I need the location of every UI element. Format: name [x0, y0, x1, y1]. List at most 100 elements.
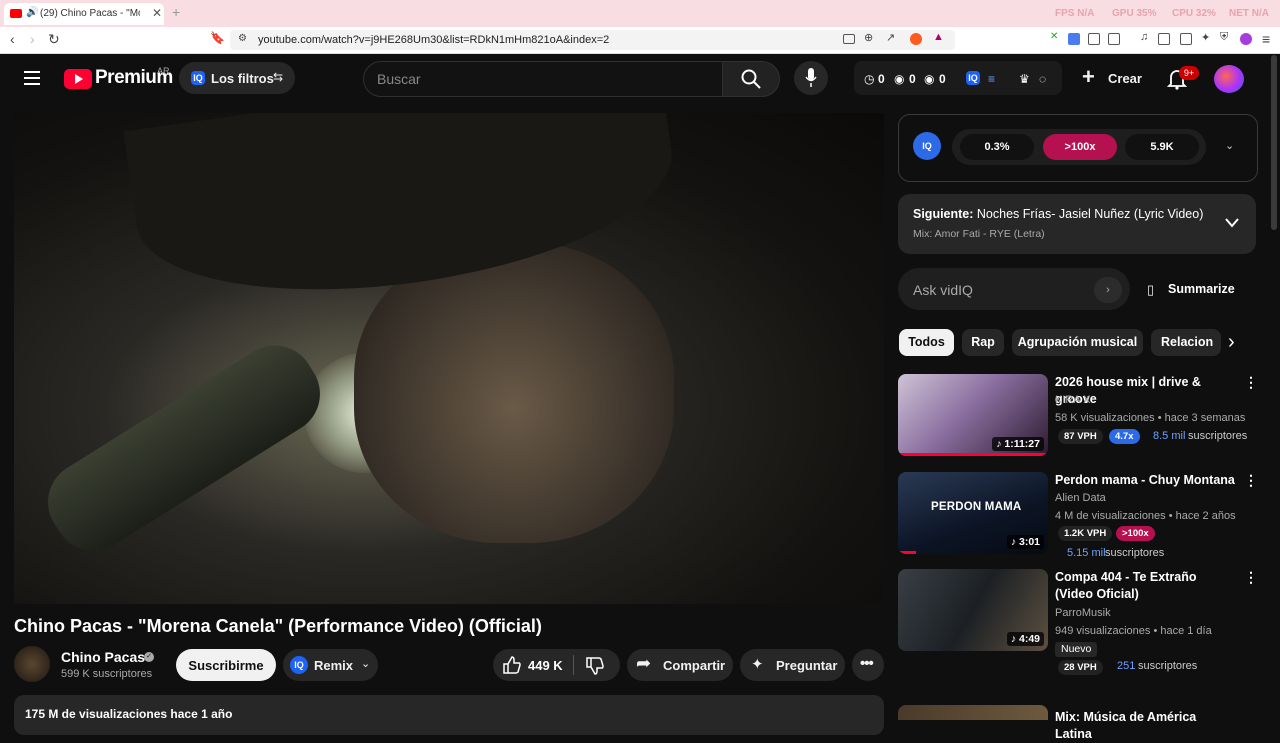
- vidiq-stats-bar: [854, 61, 1062, 95]
- cast-icon[interactable]: [843, 34, 855, 44]
- remix-button[interactable]: IQ Remix ⌄: [283, 649, 378, 681]
- chip-todos[interactable]: Todos: [899, 329, 954, 356]
- up-next-box[interactable]: [898, 194, 1256, 254]
- media-icon[interactable]: ♫: [1140, 31, 1148, 43]
- views-and-date: 175 M de visualizaciones hace 1 año: [25, 707, 233, 721]
- profile-icon[interactable]: [1240, 33, 1252, 45]
- reload-icon[interactable]: ↻: [48, 31, 60, 48]
- vph-badge: 87 VPH: [1058, 429, 1103, 444]
- brave-shield-icon[interactable]: [910, 33, 922, 45]
- chevron-down-icon: ⌄: [361, 658, 371, 670]
- hamburger-menu-icon[interactable]: [24, 71, 40, 85]
- rec-channel[interactable]: Alien Data: [1055, 492, 1106, 504]
- ai-icon[interactable]: ✦: [1201, 31, 1210, 44]
- send-icon[interactable]: ›: [1094, 277, 1122, 303]
- rec-title[interactable]: Perdon mama - Chuy Montana: [1055, 472, 1235, 489]
- duration-value: 4:49: [1018, 633, 1040, 645]
- vidiq-logo-icon[interactable]: IQ: [913, 132, 941, 160]
- share-page-icon[interactable]: ↗: [886, 31, 895, 44]
- share-button[interactable]: ➦ Compartir: [627, 649, 733, 681]
- rec-thumbnail[interactable]: ♪ 4:49: [898, 569, 1048, 651]
- youtube-logo-icon[interactable]: [64, 69, 92, 89]
- stat-value: 0: [909, 72, 916, 86]
- subs-count: 5.15 mil: [1067, 547, 1106, 559]
- channel-subscribers: 599 K suscriptores: [61, 668, 153, 680]
- close-tab-icon[interactable]: ✕: [152, 6, 162, 20]
- audio-icon[interactable]: 🔊: [26, 7, 38, 18]
- more-vert-icon[interactable]: ⋮: [1244, 374, 1258, 391]
- chip-agrupacion[interactable]: Agrupación musical: [1012, 329, 1143, 356]
- list-icon[interactable]: ≡: [988, 72, 995, 86]
- vpn-icon[interactable]: ⛨: [1220, 31, 1228, 44]
- new-badge: Nuevo: [1055, 642, 1098, 657]
- rec-thumbnail[interactable]: ♪ 1:11:27: [898, 374, 1048, 456]
- rec-title[interactable]: Mix: Música de América Latina: [1055, 709, 1235, 743]
- chevron-down-icon[interactable]: [1225, 218, 1239, 228]
- subs-label: suscriptores: [1188, 430, 1248, 442]
- more-vert-icon[interactable]: ⋮: [1244, 472, 1258, 489]
- trophy-icon[interactable]: ♛: [1019, 72, 1030, 86]
- stat-value: 0: [878, 72, 885, 86]
- new-tab-icon[interactable]: +: [172, 4, 180, 20]
- channel-name[interactable]: Chino Pacas: [61, 649, 145, 665]
- up-next-mix: Mix: Amor Fati - RYE (Letra): [913, 228, 1045, 240]
- sidebar-icon[interactable]: [1158, 33, 1170, 45]
- share-label: Compartir: [663, 658, 726, 673]
- voice-search-button[interactable]: [794, 61, 828, 95]
- thumbnail-text: PERDON MAMA: [931, 501, 1022, 513]
- browser-menu-icon[interactable]: ≡: [1262, 31, 1270, 47]
- video-player[interactable]: [14, 113, 884, 604]
- book-icon: ▯: [1147, 282, 1155, 297]
- browser-tabbar: 🔊 (29) Chino Pacas - "Morena C ✕ + FPS N…: [0, 0, 1280, 27]
- browser-tab[interactable]: 🔊 (29) Chino Pacas - "Morena C ✕: [4, 3, 164, 25]
- rec-thumbnail[interactable]: PERDON MAMA ♪ 3:01: [898, 472, 1048, 554]
- chevron-down-icon[interactable]: ⌄: [1225, 139, 1234, 152]
- summarize-button[interactable]: Summarize: [1168, 282, 1235, 296]
- zoom-icon[interactable]: ⊕: [864, 31, 873, 44]
- create-button[interactable]: + Crear: [1078, 62, 1152, 94]
- watch-progress: [898, 453, 1048, 456]
- chat-icon[interactable]: ◌: [1039, 72, 1046, 86]
- video-title: Chino Pacas - "Morena Canela" (Performan…: [14, 616, 542, 636]
- more-vert-icon[interactable]: ⋮: [1244, 569, 1258, 586]
- avatar[interactable]: [1214, 65, 1244, 93]
- forward-icon[interactable]: ›: [30, 31, 35, 47]
- search-button[interactable]: [722, 61, 780, 97]
- wallet-icon[interactable]: [1180, 33, 1192, 45]
- rec-channel[interactable]: KIRA X: [1055, 394, 1090, 406]
- more-actions-button[interactable]: •••: [852, 649, 884, 681]
- rec-channel[interactable]: ParroMusik: [1055, 607, 1111, 619]
- thumbs-up-icon[interactable]: [502, 655, 522, 675]
- rewards-icon[interactable]: ▲: [933, 31, 944, 43]
- extensions-icon[interactable]: [1088, 33, 1100, 45]
- filters-label: Los filtros: [211, 71, 274, 86]
- ask-button[interactable]: ✦ Preguntar: [740, 649, 845, 681]
- video-frame-face: [354, 243, 674, 543]
- vph-metric: 5.9K: [1125, 134, 1199, 160]
- fps-readout: FPS N/A: [1055, 8, 1095, 19]
- like-count[interactable]: 449 K: [528, 658, 563, 673]
- chip-rap[interactable]: Rap: [962, 329, 1004, 356]
- filters-button[interactable]: IQ Los filtros ⇆: [179, 62, 295, 94]
- vidiq-icon[interactable]: IQ: [966, 71, 980, 85]
- rec-thumbnail[interactable]: [898, 705, 1048, 720]
- chip-relacionados[interactable]: Relacion: [1151, 329, 1221, 356]
- thumbs-down-icon[interactable]: [585, 656, 605, 676]
- region-code: AR: [157, 66, 170, 76]
- bookmark-icon[interactable]: 🔖: [210, 31, 225, 45]
- watch-progress: [898, 551, 916, 554]
- microphone-icon: [805, 68, 817, 87]
- chevron-right-icon[interactable]: ›: [1228, 331, 1235, 354]
- cpu-readout: CPU 32%: [1172, 8, 1216, 19]
- duration-value: 3:01: [1018, 536, 1040, 548]
- puzzle-icon[interactable]: [1108, 33, 1120, 45]
- url-text: youtube.com/watch?v=j9HE268Um30&list=RDk…: [258, 34, 610, 46]
- scrollbar[interactable]: [1271, 55, 1277, 230]
- subscribe-button[interactable]: Suscribirme: [176, 649, 276, 681]
- translate-icon[interactable]: [1068, 33, 1080, 45]
- channel-avatar[interactable]: [14, 646, 50, 682]
- site-info-icon[interactable]: ⚙: [238, 33, 247, 44]
- back-icon[interactable]: ‹: [10, 31, 15, 47]
- rec-title[interactable]: Compa 404 - Te Extraño (Video Oficial): [1055, 569, 1235, 603]
- extension-x-icon[interactable]: ✕: [1050, 31, 1058, 42]
